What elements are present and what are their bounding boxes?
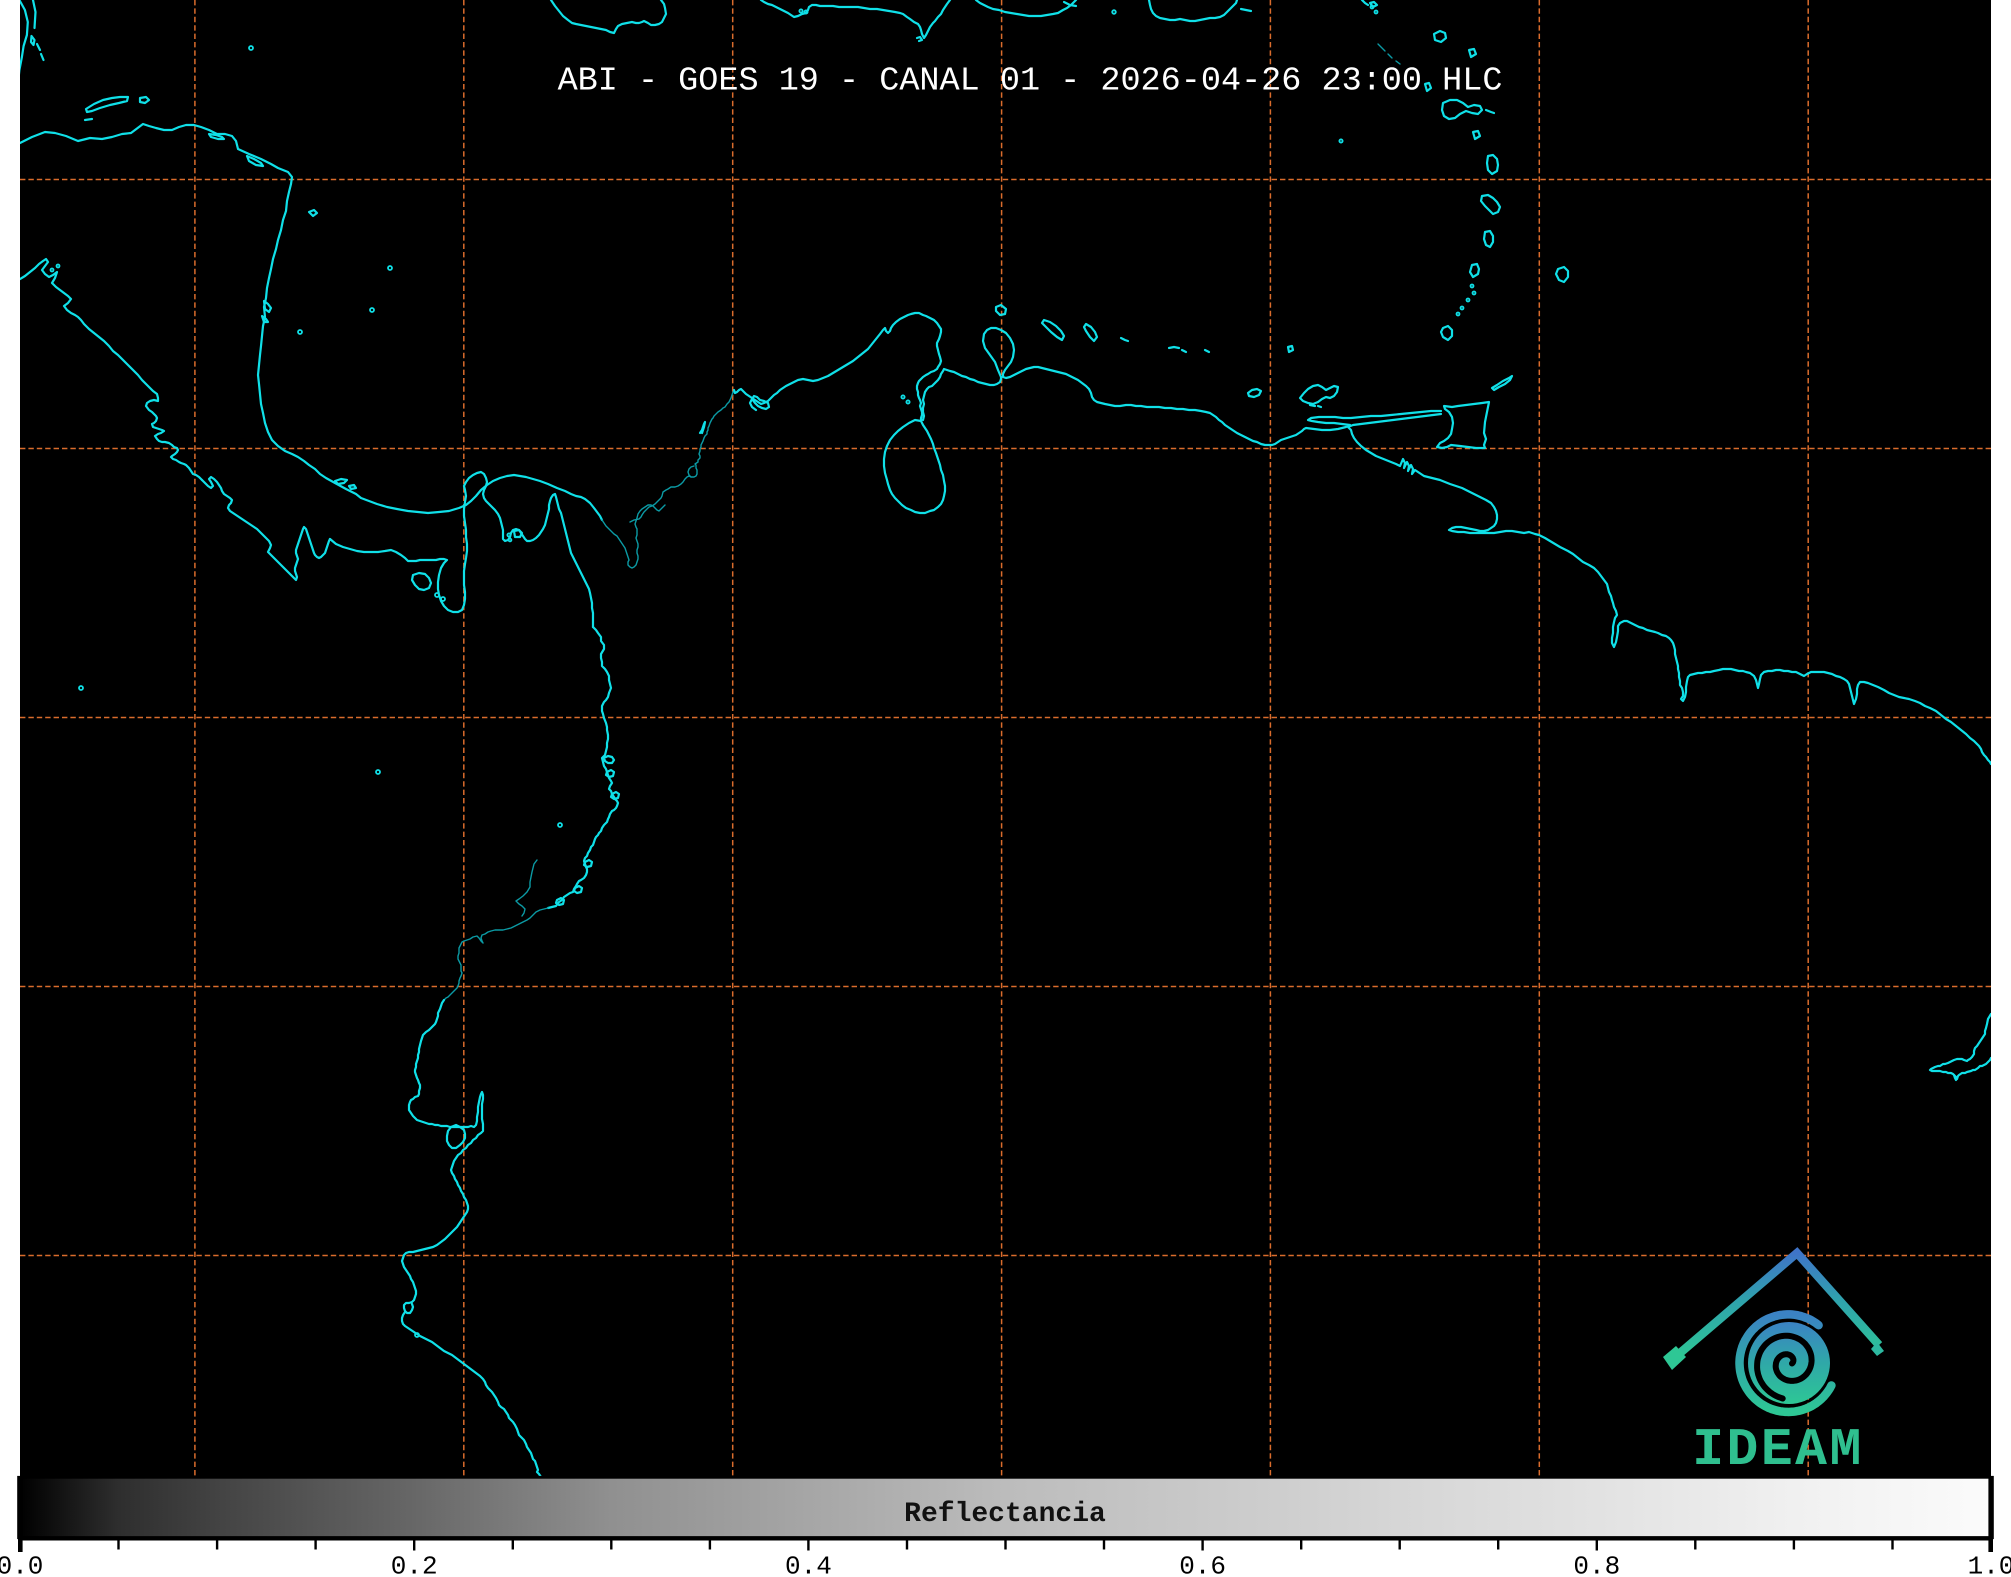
svg-text:0.6: 0.6 bbox=[1179, 1552, 1226, 1577]
svg-text:IDEAM: IDEAM bbox=[1692, 1420, 1864, 1480]
svg-text:0.0: 0.0 bbox=[0, 1552, 43, 1577]
svg-text:0.4: 0.4 bbox=[785, 1552, 832, 1577]
svg-text:Reflectancia: Reflectancia bbox=[904, 1499, 1106, 1530]
svg-text:ABI - GOES 19 - CANAL 01 - 202: ABI - GOES 19 - CANAL 01 - 2026-04-26 23… bbox=[558, 63, 1503, 101]
svg-text:1.0: 1.0 bbox=[1968, 1552, 2011, 1577]
svg-text:0.2: 0.2 bbox=[391, 1552, 438, 1577]
svg-text:0.8: 0.8 bbox=[1573, 1552, 1620, 1577]
